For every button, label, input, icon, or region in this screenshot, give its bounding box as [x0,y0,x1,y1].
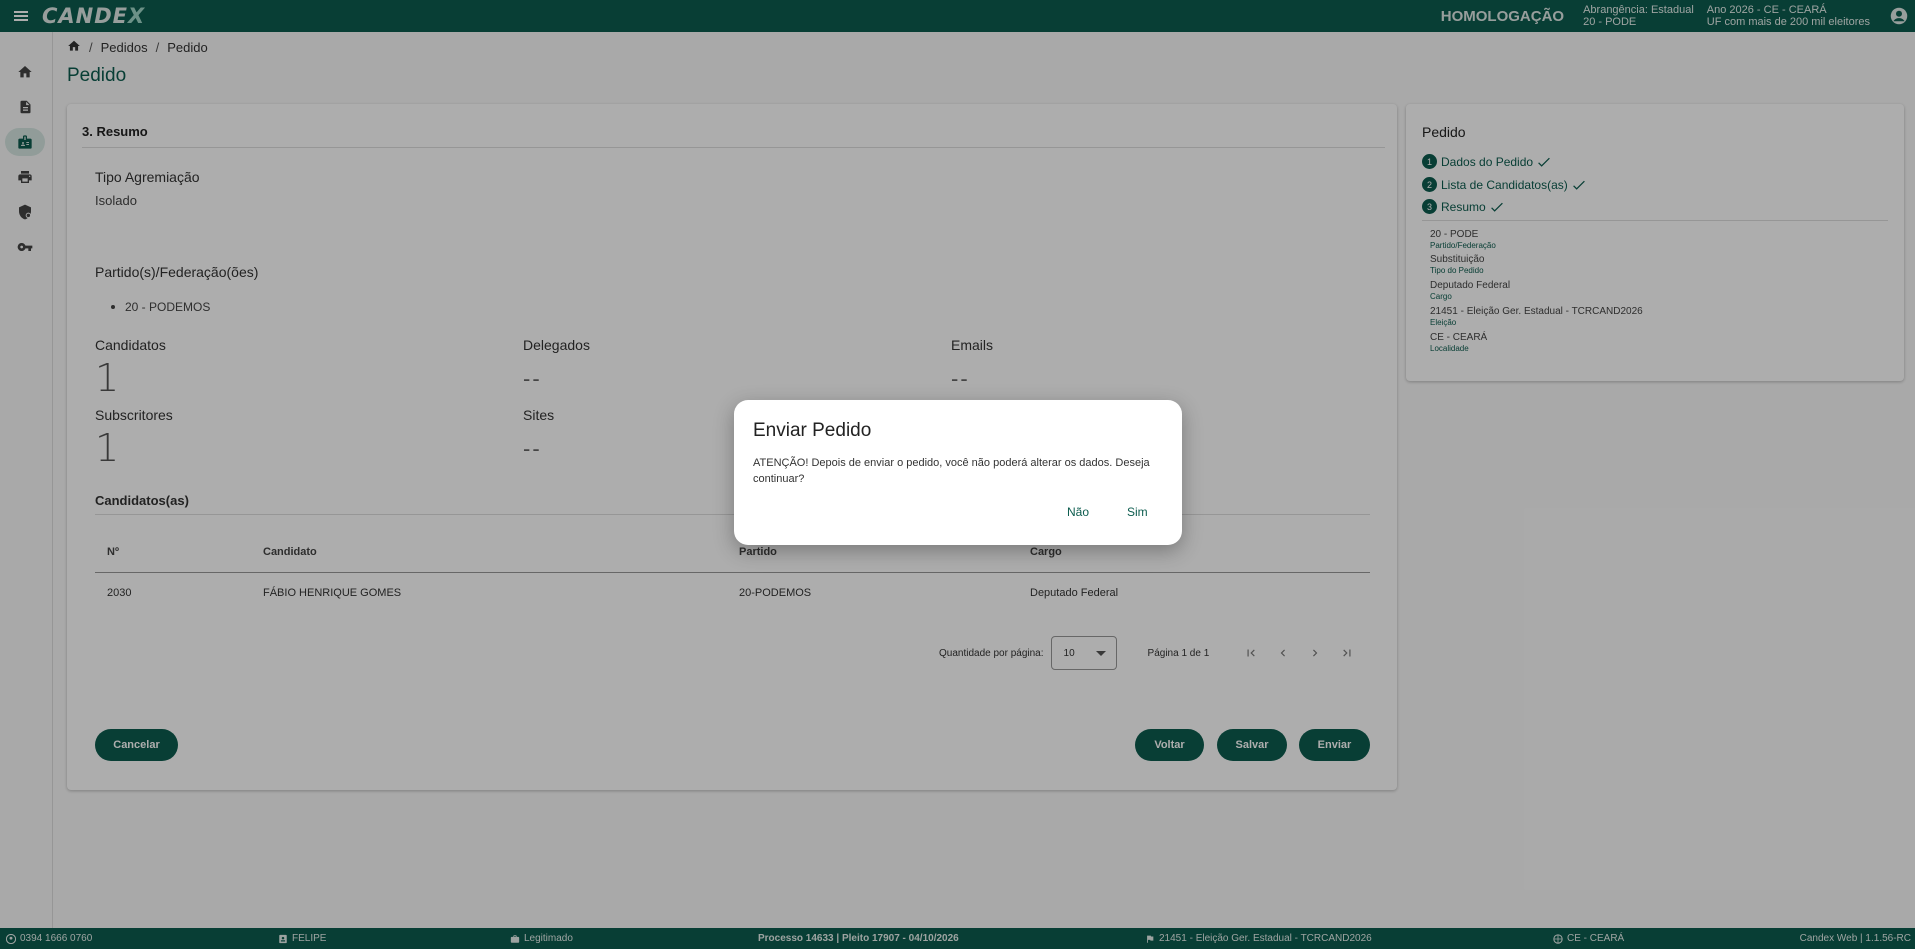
enviar-pedido-dialog: Enviar Pedido ATENÇÃO! Depois de enviar … [734,400,1182,545]
dialog-yes-button[interactable]: Sim [1121,501,1154,523]
dialog-title: Enviar Pedido [753,420,872,441]
dialog-no-button[interactable]: Não [1061,501,1095,523]
dialog-message: ATENÇÃO! Depois de enviar o pedido, você… [753,457,1150,485]
